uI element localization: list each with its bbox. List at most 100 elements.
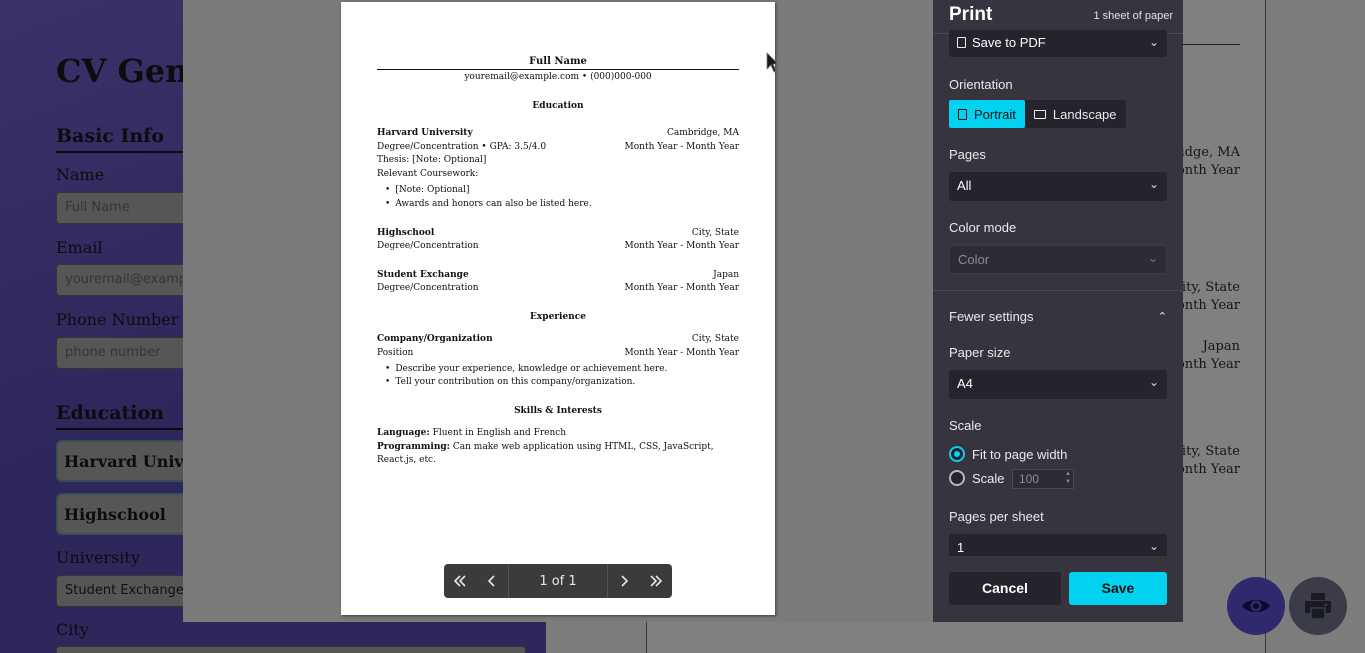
cancel-button[interactable]: Cancel xyxy=(949,572,1061,605)
orientation-label: Orientation xyxy=(949,77,1013,92)
radio-selected-icon xyxy=(949,446,965,462)
scale-label: Scale xyxy=(949,418,982,433)
cv-location: City, State xyxy=(691,228,739,238)
double-chevron-left-icon xyxy=(453,575,466,587)
print-title: Print xyxy=(949,4,993,25)
print-header: Print 1 sheet of paper xyxy=(949,4,1173,30)
fewer-settings-toggle[interactable]: Fewer settings ⌃ xyxy=(949,309,1167,324)
save-button[interactable]: Save xyxy=(1069,572,1167,605)
pages-select[interactable]: All ⌄ xyxy=(949,172,1167,201)
cv-edu-row: Degree/Concentration • GPA: 3.5/4.0 Mont… xyxy=(377,142,739,152)
custom-scale-label: Scale xyxy=(972,470,1005,486)
previous-page-button[interactable] xyxy=(476,564,508,598)
last-page-button[interactable] xyxy=(640,564,672,598)
cv-degree: Degree/Concentration xyxy=(377,283,479,293)
chevron-down-icon: ⌄ xyxy=(1147,251,1158,265)
spinner-arrows-icon[interactable]: ▲ ▼ xyxy=(1065,470,1071,486)
cv-school: Highschool xyxy=(377,228,435,238)
cv-dates: Month Year - Month Year xyxy=(624,283,739,293)
first-page-button[interactable] xyxy=(444,564,476,598)
cv-edu-row: Highschool City, State xyxy=(377,228,739,238)
cv-job-location: City, State xyxy=(691,334,739,344)
cv-dates: Month Year - Month Year xyxy=(624,241,739,251)
cv-programming-continued: React.js, etc. xyxy=(377,455,436,465)
pages-per-sheet-value: 1 xyxy=(957,540,965,555)
paper-size-select[interactable]: A4 ⌄ xyxy=(949,370,1167,399)
cv-programming-label: Programming: xyxy=(377,442,451,452)
chevron-down-icon: ⌄ xyxy=(1148,539,1159,553)
cv-bullet: Tell your contribution on this company/o… xyxy=(385,377,635,387)
chevron-down-icon: ⌄ xyxy=(1148,375,1159,389)
chevron-left-icon xyxy=(487,575,495,587)
orientation-group: Portrait Landscape xyxy=(949,100,1126,128)
print-footer: Cancel Save xyxy=(933,556,1183,622)
cv-skills-heading: Skills & Interests xyxy=(514,406,602,416)
destination-select[interactable]: Save to PDF ⌄ xyxy=(949,30,1167,57)
cv-edu-row: Degree/Concentration Month Year - Month … xyxy=(377,241,739,251)
cv-bullet: [Note: Optional] xyxy=(385,185,469,195)
scale-value: 100 xyxy=(1019,472,1040,486)
print-dialog: Full Name youremail@example.com • (000)0… xyxy=(183,0,1183,622)
cv-edu-row: Student Exchange Japan xyxy=(377,270,739,280)
chevron-down-icon: ⌄ xyxy=(1148,35,1159,49)
cv-coursework: Relevant Coursework: xyxy=(377,169,479,179)
cv-job-dates: Month Year - Month Year xyxy=(624,348,739,358)
cv-location: Cambridge, MA xyxy=(666,128,739,138)
cv-language-label: Language: xyxy=(377,428,430,438)
section-basic-info: Basic Info xyxy=(56,125,196,153)
email-label: Email xyxy=(56,238,103,257)
cv-job-row: Company/Organization City, State xyxy=(377,334,739,344)
sheet-count: 1 sheet of paper xyxy=(1093,10,1173,22)
color-mode-select[interactable]: Color ⌄ xyxy=(949,245,1167,274)
city-label: City xyxy=(56,620,89,639)
cv-thesis: Thesis: [Note: Optional] xyxy=(377,155,487,165)
settings-divider xyxy=(933,290,1183,291)
fit-to-width-radio[interactable]: Fit to page width xyxy=(949,446,1067,462)
phone-label: Phone Number xyxy=(56,310,179,329)
university-label: University xyxy=(56,548,140,567)
print-preview-area: Full Name youremail@example.com • (000)0… xyxy=(183,0,933,622)
cv-school: Harvard University xyxy=(377,128,473,138)
scale-input[interactable]: 100 ▲ ▼ xyxy=(1012,469,1074,489)
cv-language: Language: Fluent in English and French xyxy=(377,428,739,438)
cv-education-heading: Education xyxy=(532,101,584,111)
landscape-button[interactable]: Landscape xyxy=(1024,100,1126,128)
cv-experience-heading: Experience xyxy=(530,312,586,322)
mouse-cursor-icon xyxy=(766,52,779,73)
pages-value: All xyxy=(957,178,972,193)
name-label: Name xyxy=(56,165,105,184)
cv-job-row: Position Month Year - Month Year xyxy=(377,348,739,358)
cv-company: Company/Organization xyxy=(377,334,493,344)
cv-contact: youremail@example.com • (000)000-000 xyxy=(464,72,652,82)
cv-programming: Programming: Can make web application us… xyxy=(377,442,739,452)
print-button[interactable] xyxy=(1289,577,1347,635)
preview-button[interactable] xyxy=(1227,577,1285,635)
next-page-button[interactable] xyxy=(608,564,640,598)
fit-to-width-label: Fit to page width xyxy=(972,446,1068,462)
chevron-right-icon xyxy=(621,575,629,587)
portrait-page-icon xyxy=(958,108,967,120)
print-preview-page: Full Name youremail@example.com • (000)0… xyxy=(341,2,775,615)
custom-scale-radio[interactable]: Scale xyxy=(949,470,1005,486)
cv-name-rule xyxy=(377,69,739,70)
radio-unselected-icon xyxy=(949,470,965,486)
cv-bullet: Awards and honors can also be listed her… xyxy=(385,199,591,209)
portrait-button[interactable]: Portrait xyxy=(949,100,1025,128)
cv-language-value: Fluent in English and French xyxy=(432,428,567,438)
section-education: Education xyxy=(56,402,196,430)
printer-icon xyxy=(1305,593,1331,620)
cv-edu-row: Harvard University Cambridge, MA xyxy=(377,128,739,138)
destination-value: Save to PDF xyxy=(972,35,1046,50)
cv-degree: Degree/Concentration • GPA: 3.5/4.0 xyxy=(377,142,547,152)
cv-position: Position xyxy=(377,348,414,358)
landscape-page-icon xyxy=(1033,109,1046,119)
page-counter: 1 of 1 xyxy=(508,564,608,598)
color-mode-label: Color mode xyxy=(949,220,1017,235)
pages-label: Pages xyxy=(949,147,986,162)
city-input[interactable] xyxy=(56,646,526,653)
color-mode-value: Color xyxy=(958,252,990,267)
chevron-up-icon: ⌃ xyxy=(1157,311,1167,323)
cv-dates: Month Year - Month Year xyxy=(624,142,739,152)
document-icon xyxy=(957,37,966,48)
print-settings-panel: Print 1 sheet of paper Save to PDF ⌄ Ori… xyxy=(933,0,1183,622)
